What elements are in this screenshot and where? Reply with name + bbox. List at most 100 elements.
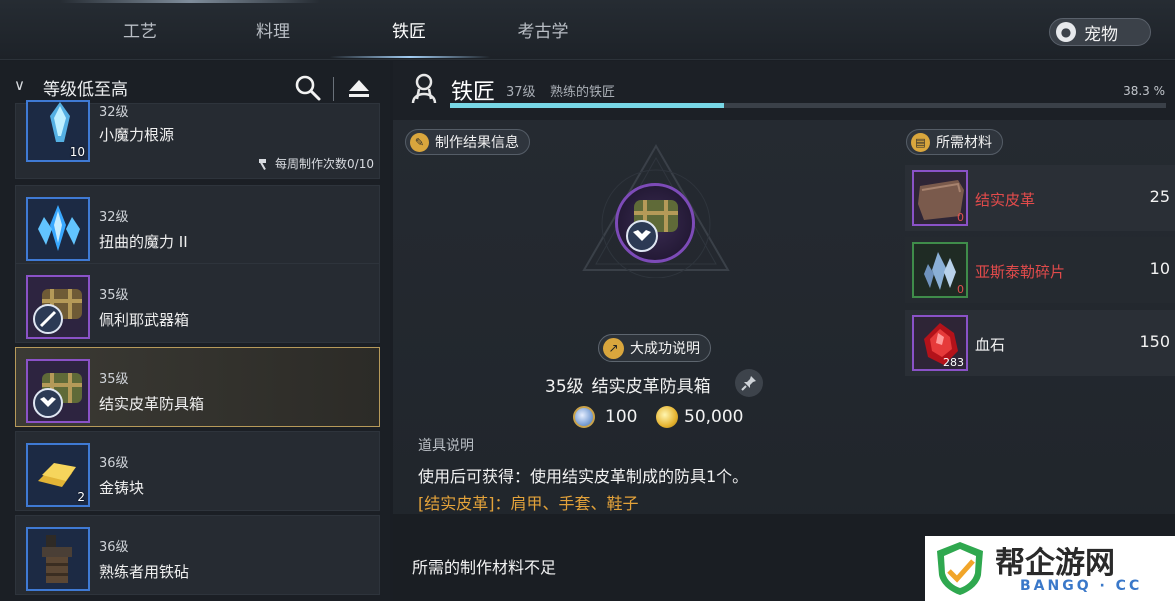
item-description-detail: [结实皮革]：肩甲、手套、鞋子: [418, 494, 639, 513]
recipe-name: 金铸块: [99, 479, 145, 497]
document-icon: ▤: [911, 132, 930, 152]
item-icon: [26, 275, 90, 339]
top-tab-bar: 工艺 料理 铁匠 考古学 ● 宠物: [0, 0, 1175, 60]
skill-header: 铁匠 37级 熟练的铁匠 38.3 %: [393, 61, 1175, 119]
material-icon: 0: [912, 170, 968, 226]
product-name: 结实皮革防具箱: [591, 377, 711, 397]
recipe-name: 小魔力根源: [99, 126, 175, 144]
material-name: 血石: [975, 336, 1006, 354]
material-owned: 0: [957, 283, 964, 296]
watermark-subtitle: BANGQ · CC: [1020, 578, 1143, 594]
recipe-level: 35级: [99, 372, 129, 387]
craft-detail-panel: 铁匠 37级 熟练的铁匠 38.3 % ✎ 制作结果信息 ↗ 大成功说明 35级…: [393, 61, 1175, 601]
tab-blacksmith[interactable]: 铁匠: [379, 18, 439, 46]
collapse-icon[interactable]: [347, 76, 371, 100]
weekly-limit: 每周制作次数0/10: [258, 155, 374, 172]
recipe-level: 36级: [99, 540, 129, 555]
blacksmith-skill-icon: [411, 73, 437, 104]
item-icon: [26, 527, 90, 591]
tab-cooking[interactable]: 料理: [243, 18, 303, 46]
skill-level: 37级: [506, 85, 536, 100]
recipe-name: 佩利耶武器箱: [99, 311, 190, 329]
recipe-item-peliyer-weapon-box[interactable]: 35级 佩利耶武器箱: [15, 263, 380, 343]
silver-cost-value: 100: [605, 407, 638, 427]
tab-archaeology[interactable]: 考古学: [505, 18, 581, 46]
gold-cost: 50,000: [656, 406, 743, 428]
skill-progress-text: 38.3 %: [1123, 84, 1165, 98]
item-icon: [26, 359, 90, 423]
insufficient-materials-message: 所需的制作材料不足: [412, 558, 557, 577]
sort-order-label[interactable]: 等级低至高: [43, 75, 128, 100]
material-icon: 0: [912, 242, 968, 298]
result-info-label: 制作结果信息: [435, 135, 519, 151]
recipe-item-expert-anvil[interactable]: 36级 熟练者用铁砧: [15, 515, 380, 595]
result-info-header: ✎ 制作结果信息: [405, 129, 530, 155]
recipe-item-gold-ingot[interactable]: 2 36级 金铸块: [15, 431, 380, 511]
trend-up-icon: ↗: [603, 337, 624, 359]
active-tab-indicator: [330, 56, 490, 58]
armor-chest-icon: [626, 200, 678, 252]
chevron-down-icon[interactable]: ∨: [14, 76, 25, 94]
recipe-item-sturdy-leather-armor-box[interactable]: 35级 结实皮革防具箱: [15, 347, 380, 427]
material-row[interactable]: 283 血石 150: [905, 310, 1175, 376]
tab-crafting[interactable]: 工艺: [110, 18, 170, 46]
material-row[interactable]: 0 结实皮革 25: [905, 165, 1175, 231]
pet-button[interactable]: ● 宠物: [1049, 18, 1151, 46]
search-icon[interactable]: [294, 74, 322, 102]
recipe-item-small-mana-source[interactable]: 10 32级 小魔力根源 每周制作次数0/10: [15, 100, 380, 179]
material-required: 10: [1149, 259, 1170, 278]
item-description: 使用后可获得：使用结实皮革制成的防具1个。: [418, 467, 749, 486]
recipe-level: 36级: [99, 456, 129, 471]
great-success-info-button[interactable]: ↗ 大成功说明: [598, 334, 711, 362]
material-required: 25: [1149, 187, 1170, 206]
material-name: 结实皮革: [975, 191, 1036, 209]
weekly-limit-text: 每周制作次数0/10: [275, 157, 374, 171]
recipe-level: 32级: [99, 210, 129, 225]
watermark: 帮企游网 BANGQ · CC: [925, 536, 1175, 601]
item-icon: [26, 197, 90, 261]
craft-content: ✎ 制作结果信息 ↗ 大成功说明 35级 结实皮革防具箱 100 50,000 …: [393, 120, 1175, 571]
product-title: 35级 结实皮革防具箱: [545, 372, 711, 397]
material-owned: 283: [943, 356, 964, 369]
recipe-name: 结实皮革防具箱: [99, 395, 205, 413]
item-description-title: 道具说明: [418, 438, 474, 454]
divider: [333, 77, 334, 101]
product-level: 35级: [545, 377, 584, 397]
material-row[interactable]: 0 亚斯泰勒碎片 10: [905, 237, 1175, 303]
hammer-icon: [259, 158, 267, 170]
item-quantity: 2: [77, 490, 85, 504]
great-success-label: 大成功说明: [630, 341, 700, 357]
recipe-name: 扭曲的魔力 II: [99, 233, 188, 251]
materials-label: 所需材料: [936, 135, 992, 151]
recipe-level: 32级: [99, 105, 129, 120]
pin-icon[interactable]: [735, 369, 763, 397]
result-item-icon: [615, 183, 695, 263]
anvil-icon: [42, 535, 72, 583]
skill-progress-bar: [450, 103, 1166, 108]
material-icon: 283: [912, 315, 968, 371]
silver-coin-icon: [573, 406, 595, 428]
skill-progress-fill: [450, 103, 725, 108]
weapon-chest-icon: [33, 289, 82, 334]
gold-cost-value: 50,000: [684, 407, 744, 427]
item-icon: 10: [26, 100, 90, 162]
skill-rank: 熟练的铁匠: [550, 85, 616, 100]
recipe-item-distorted-mana[interactable]: 32级 扭曲的魔力 II: [15, 185, 380, 265]
item-icon: 2: [26, 443, 90, 507]
silver-cost: 100: [573, 406, 637, 428]
material-required: 150: [1139, 332, 1170, 351]
pin-glyph: [741, 376, 756, 391]
gold-coin-icon: [656, 406, 678, 428]
material-name: 亚斯泰勒碎片: [975, 263, 1066, 281]
recipe-level: 35级: [99, 288, 129, 303]
blue-crystal-cluster-icon: [38, 205, 80, 251]
recipe-name: 熟练者用铁砧: [99, 563, 190, 581]
paw-icon: ●: [1056, 22, 1076, 42]
shield-logo-icon: [937, 542, 983, 595]
watermark-title: 帮企游网: [995, 546, 1115, 581]
top-glow-decoration: [60, 0, 320, 3]
quill-icon: ✎: [410, 132, 429, 152]
pet-button-label: 宠物: [1084, 24, 1118, 45]
item-quantity: 10: [69, 145, 85, 159]
material-owned: 0: [957, 211, 964, 224]
